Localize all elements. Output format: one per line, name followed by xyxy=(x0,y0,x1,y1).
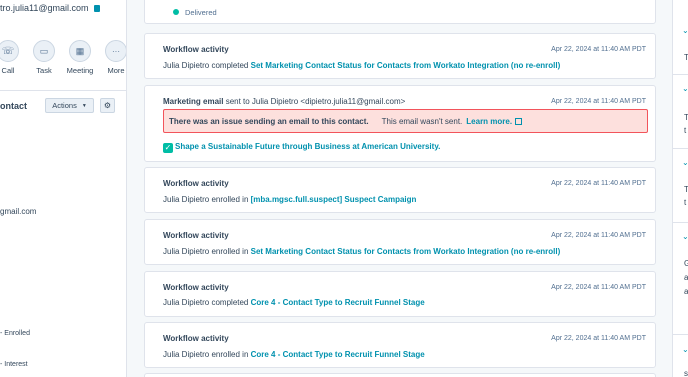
actions-dropdown-button[interactable]: Actions ▼ xyxy=(45,98,94,113)
activity-verb: completed xyxy=(209,298,251,307)
section-text: t xyxy=(684,198,687,207)
activity-date: Apr 22, 2024 at 11:40 AM PDT xyxy=(551,284,646,291)
workflow-link[interactable]: Core 4 - Contact Type to Recruit Funnel … xyxy=(251,298,425,307)
contact-email: tro.julia11@gmail.com xyxy=(0,3,100,13)
timeline-item xyxy=(144,373,656,377)
chevron-down-icon[interactable]: ⌄ xyxy=(682,345,688,354)
actions-label: Actions xyxy=(52,101,77,110)
more-label: More xyxy=(107,66,125,75)
actor-name: Julia Dipietro xyxy=(163,247,210,256)
workflow-link[interactable]: Set Marketing Contact Status for Contact… xyxy=(251,61,561,70)
learn-more-link[interactable]: Learn more. xyxy=(466,117,512,126)
email-name-link[interactable]: Shape a Sustainable Future through Busin… xyxy=(175,142,440,151)
timeline-item: Workflow activity Apr 22, 2024 at 11:40 … xyxy=(144,219,656,265)
divider xyxy=(673,222,688,223)
timeline-item: Workflow activity Apr 22, 2024 at 11:40 … xyxy=(144,322,656,368)
enrolled-value: - Enrolled xyxy=(0,330,30,337)
section-text: a xyxy=(684,273,688,282)
activity-title: Workflow activity xyxy=(163,283,229,292)
divider xyxy=(673,148,688,149)
activity-body: Julia Dipietro enrolled in Set Marketing… xyxy=(163,247,560,256)
alert-message: This email wasn't sent. xyxy=(381,116,463,126)
external-link-icon xyxy=(515,117,523,125)
actor-name: Julia Dipietro xyxy=(163,61,210,70)
delivered-status: Delivered xyxy=(173,8,217,17)
contact-sidebar: tro.julia11@gmail.com ☏ Call ▭ Task ▦ Me… xyxy=(0,0,127,377)
settings-gear-button[interactable]: ⚙ xyxy=(100,98,115,113)
caret-down-icon: ▼ xyxy=(81,102,87,109)
email-value: gmail.com xyxy=(0,207,37,216)
copy-icon[interactable] xyxy=(93,5,100,12)
chevron-down-icon[interactable]: ⌄ xyxy=(682,158,688,167)
activity-title: Workflow activity xyxy=(163,334,229,343)
divider xyxy=(673,334,688,335)
section-text: T xyxy=(684,113,688,122)
section-text: a xyxy=(684,287,688,296)
more-action[interactable]: ··· More xyxy=(96,40,126,75)
section-text: G xyxy=(684,259,688,268)
workflow-link[interactable]: Core 4 - Contact Type to Recruit Funnel … xyxy=(251,350,425,359)
meeting-action[interactable]: ▦ Meeting xyxy=(60,40,100,75)
actor-name: Julia Dipietro xyxy=(163,350,210,359)
actor-name: Julia Dipietro xyxy=(163,195,210,204)
gear-icon: ⚙ xyxy=(103,101,112,110)
activity-date: Apr 22, 2024 at 11:40 AM PDT xyxy=(551,180,646,187)
section-text: s xyxy=(684,369,688,377)
activity-verb: completed xyxy=(209,61,251,70)
success-dot-icon xyxy=(173,9,179,15)
activity-date: Apr 22, 2024 at 11:40 AM PDT xyxy=(551,232,646,239)
timeline-item: Workflow activity Apr 22, 2024 at 11:40 … xyxy=(144,167,656,213)
activity-title: Workflow activity xyxy=(163,231,229,240)
email-recipient: sent to Julia Dipietro <dipietro.julia11… xyxy=(223,97,406,106)
task-action[interactable]: ▭ Task xyxy=(24,40,64,75)
activity-body: Julia Dipietro enrolled in Core 4 - Cont… xyxy=(163,350,425,359)
section-text: T xyxy=(684,185,688,194)
checkmark-icon: ✓ xyxy=(163,143,173,153)
activity-date: Apr 22, 2024 at 11:40 AM PDT xyxy=(551,46,646,53)
email-title: Marketing email sent to Julia Dipietro <… xyxy=(163,97,405,106)
calendar-icon: ▦ xyxy=(69,40,91,62)
activity-title: Workflow activity xyxy=(163,45,229,54)
activity-verb: enrolled in xyxy=(209,195,251,204)
meeting-label: Meeting xyxy=(66,66,94,75)
task-label: Task xyxy=(36,66,52,75)
section-text: t xyxy=(684,126,687,135)
timeline-item: Workflow activity Apr 22, 2024 at 11:40 … xyxy=(144,33,656,79)
email-type-label: Marketing email xyxy=(163,97,224,106)
activity-body: Julia Dipietro completed Core 4 - Contac… xyxy=(163,298,425,307)
marketing-email-card: Marketing email sent to Julia Dipietro <… xyxy=(144,85,656,162)
activity-date: Apr 22, 2024 at 11:40 AM PDT xyxy=(551,335,646,342)
chevron-down-icon[interactable]: ⌄ xyxy=(682,84,688,93)
phone-icon: ☏ xyxy=(0,40,19,62)
activity-body: Julia Dipietro enrolled in [mba.mgsc.ful… xyxy=(163,195,416,204)
actor-name: Julia Dipietro xyxy=(163,298,210,307)
contact-email-text: tro.julia11@gmail.com xyxy=(0,3,89,13)
activity-verb: enrolled in xyxy=(209,247,251,256)
divider xyxy=(0,90,126,91)
interest-value: - Interest xyxy=(0,361,28,368)
chevron-down-icon[interactable]: ⌄ xyxy=(682,26,688,35)
workflow-link[interactable]: Set Marketing Contact Status for Contact… xyxy=(251,247,561,256)
chevron-down-icon[interactable]: ⌄ xyxy=(682,232,688,241)
task-icon: ▭ xyxy=(33,40,55,62)
right-sidebar: ⌄ T ⌄ T t ⌄ T t ⌄ G a a ⌄ s xyxy=(672,0,688,377)
activity-body: Julia Dipietro completed Set Marketing C… xyxy=(163,61,560,70)
divider xyxy=(673,74,688,75)
activity-title: Workflow activity xyxy=(163,179,229,188)
about-contact-title: ontact xyxy=(0,101,27,111)
alert-heading: There was an issue sending an email to t… xyxy=(169,116,369,126)
more-icon: ··· xyxy=(105,40,126,62)
email-name-row: ✓ Shape a Sustainable Future through Busi… xyxy=(163,142,440,153)
email-delivered-card: Delivered xyxy=(144,0,656,24)
delivered-label: Delivered xyxy=(185,8,217,17)
error-alert: There was an issue sending an email to t… xyxy=(163,109,648,133)
timeline-item: Workflow activity Apr 22, 2024 at 11:40 … xyxy=(144,271,656,317)
activity-verb: enrolled in xyxy=(209,350,251,359)
activity-date: Apr 22, 2024 at 11:40 AM PDT xyxy=(551,98,646,105)
workflow-link[interactable]: [mba.mgsc.full.suspect] Suspect Campaign xyxy=(251,195,417,204)
section-text: T xyxy=(684,53,688,62)
